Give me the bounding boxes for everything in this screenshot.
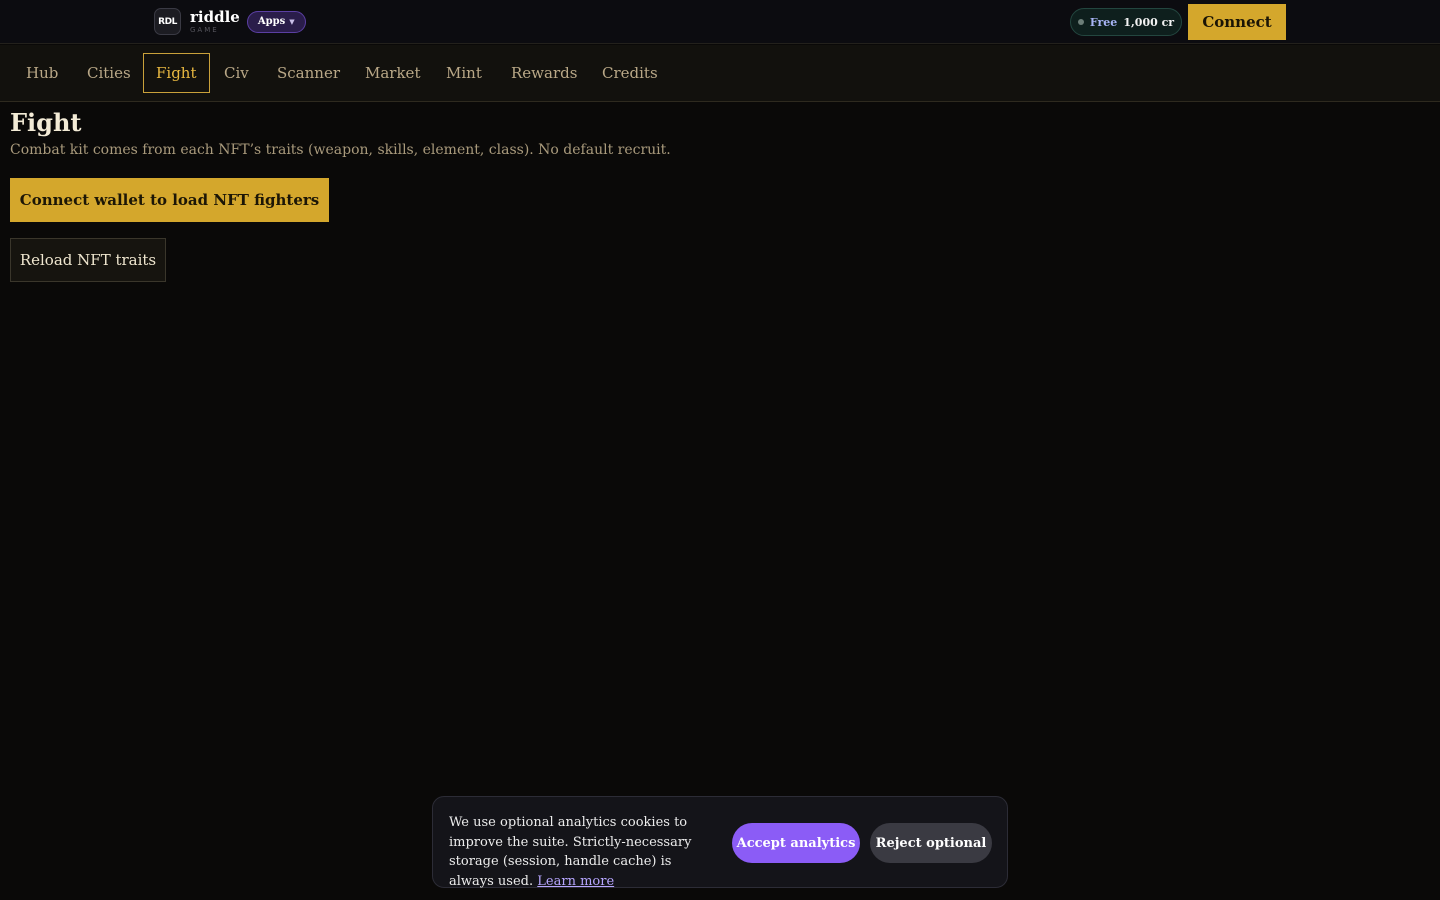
nav-tab-credits[interactable]: Credits — [589, 53, 671, 93]
page-description: Combat kit comes from each NFT’s traits … — [10, 142, 671, 158]
nav-tab-civ[interactable]: Civ — [211, 53, 262, 93]
nav-tab-cities[interactable]: Cities — [74, 53, 144, 93]
cookie-banner: We use optional analytics cookies to imp… — [432, 796, 1008, 891]
top-bar: RDL riddle GAME Apps ▼ Free 1,000 cr Con… — [0, 0, 1440, 44]
nav-tab-hub[interactable]: Hub — [13, 53, 71, 93]
credits-badge[interactable]: Free 1,000 cr — [1070, 8, 1182, 36]
accept-analytics-button[interactable]: Accept analytics — [732, 823, 860, 863]
apps-label: Apps — [257, 16, 286, 27]
learn-more-link[interactable]: Learn more — [537, 874, 614, 889]
nav-tab-rewards[interactable]: Rewards — [498, 53, 590, 93]
cookie-text: We use optional analytics cookies to imp… — [449, 813, 717, 891]
reject-optional-button[interactable]: Reject optional — [870, 823, 992, 863]
brand[interactable]: RDL riddle GAME Apps ▼ — [154, 8, 306, 35]
status-dot-icon — [1077, 19, 1084, 25]
nav-tab-market[interactable]: Market — [352, 53, 433, 93]
chevron-down-icon: ▼ — [289, 17, 295, 26]
connect-wallet-button[interactable]: Connect wallet to load NFT fighters — [10, 178, 329, 222]
credits-tier: Free — [1089, 15, 1118, 29]
brand-text: riddle GAME — [190, 7, 240, 34]
apps-menu-button[interactable]: Apps ▼ — [246, 10, 306, 33]
nav-tab-mint[interactable]: Mint — [433, 53, 495, 93]
nav-tab-scanner[interactable]: Scanner — [264, 53, 353, 93]
logo-icon: RDL — [154, 8, 181, 35]
main-nav: Hub Cities Fight Civ Scanner Market Mint… — [0, 45, 1440, 102]
brand-sub: GAME — [190, 25, 219, 34]
page-title: Fight — [10, 108, 82, 137]
brand-name: riddle — [190, 7, 240, 26]
nav-tab-fight[interactable]: Fight — [143, 53, 210, 93]
reload-nft-traits-button[interactable]: Reload NFT traits — [10, 238, 166, 282]
connect-button[interactable]: Connect — [1188, 4, 1286, 40]
fight-page: Fight Combat kit comes from each NFT’s t… — [10, 108, 671, 282]
credits-amount: 1,000 cr — [1123, 15, 1175, 29]
